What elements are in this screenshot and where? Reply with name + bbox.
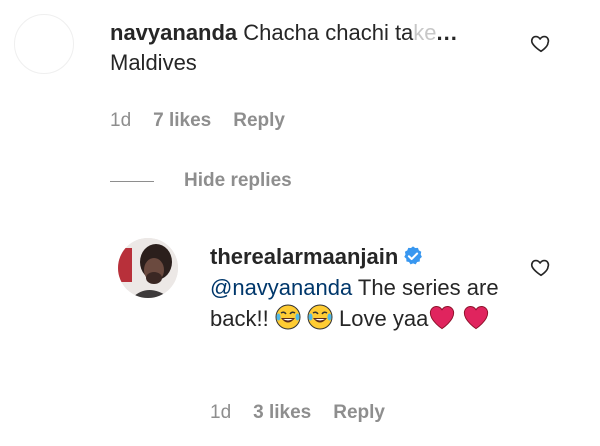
reply-button[interactable]: Reply	[233, 110, 285, 132]
comment-thread: navyananda Chacha chachi take... Maldive…	[0, 0, 600, 446]
likes-count[interactable]: 7 likes	[153, 110, 211, 132]
comment-time: 1d	[110, 110, 132, 131]
verified-badge-icon	[404, 246, 423, 265]
comment-text-faded: ke	[413, 20, 437, 45]
comment-text: Chacha chachi ta	[243, 20, 414, 45]
avatar[interactable]	[14, 14, 74, 74]
red-heart-emoji	[428, 304, 456, 338]
reply-text-2: Love yaa	[332, 306, 429, 331]
tears-of-joy-emoji	[307, 304, 333, 338]
reply-meta: 1d 3 likes Reply	[210, 402, 385, 424]
comment-body: navyananda Chacha chachi take... Maldive…	[110, 18, 510, 78]
heart-outline-icon[interactable]	[530, 256, 552, 278]
red-heart-emoji	[462, 304, 490, 338]
reply-body: therealarmaanjain @navyananda The series…	[210, 241, 520, 338]
comment-meta: 1d 7 likes Reply	[110, 110, 285, 132]
profile-photo	[118, 238, 178, 298]
reply-time: 1d	[210, 402, 232, 423]
avatar[interactable]	[118, 238, 178, 298]
reply-username[interactable]: therealarmaanjain	[210, 244, 398, 269]
hide-replies-button[interactable]: Hide replies	[110, 170, 292, 192]
comment-text-line-2: Maldives	[110, 50, 197, 75]
comment-username[interactable]: navyananda	[110, 20, 237, 45]
heart-outline-icon[interactable]	[530, 32, 552, 54]
reply-button[interactable]: Reply	[333, 402, 385, 424]
divider-line	[110, 180, 154, 182]
mention-link[interactable]: @navyananda	[210, 275, 352, 300]
hide-replies-label: Hide replies	[184, 170, 292, 191]
likes-count[interactable]: 3 likes	[253, 402, 311, 424]
tears-of-joy-emoji	[275, 304, 301, 338]
more-button[interactable]: ...	[437, 20, 458, 45]
comment-line-1: navyananda Chacha chachi take...	[110, 18, 480, 48]
